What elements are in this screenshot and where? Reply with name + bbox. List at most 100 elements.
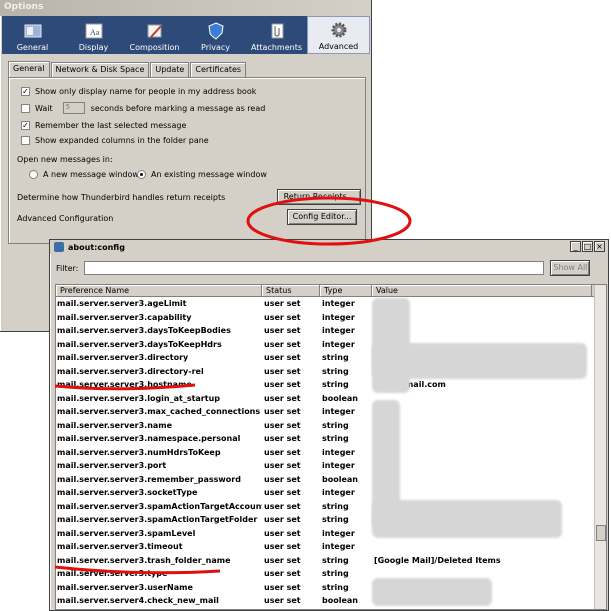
pref-name-cell: mail.server.server3.userName (57, 582, 193, 592)
filter-input[interactable] (84, 261, 545, 275)
toolbar-advanced-button[interactable]: Advanced (307, 16, 370, 54)
pref-status-cell: user set (264, 447, 301, 457)
toolbar-attachments-button[interactable]: Attachments (246, 16, 307, 54)
table-row[interactable]: mail.server.server3.daysToKeepBodies user… (56, 324, 606, 338)
checkbox-label: Wait (35, 103, 53, 113)
table-header: Preference Name Status Type Value (56, 285, 606, 297)
table-row[interactable]: mail.server.server3.name user set string (56, 419, 606, 433)
table-row[interactable]: mail.server.server3.numHdrsToKeep user se… (56, 446, 606, 460)
column-type[interactable]: Type (320, 285, 372, 296)
pref-name-cell: mail.server.server3.port (57, 461, 167, 470)
pref-status-cell: user set (264, 380, 301, 389)
checkbox-checked[interactable]: ✓ (21, 121, 30, 130)
radio-label: A new message window (43, 170, 139, 179)
radio-on[interactable] (137, 170, 146, 179)
table-row[interactable]: mail.server.server3.timeout user set integ… (56, 540, 606, 554)
pref-status-cell: user set (264, 420, 301, 430)
table-row[interactable]: mail.server.server3.type user set string (56, 567, 606, 581)
pref-type-cell: string (322, 434, 349, 443)
checkbox-unchecked[interactable] (21, 103, 30, 113)
table-row[interactable]: mail.server.server3.capability user set in… (56, 311, 606, 325)
toolbar-label: General (16, 43, 49, 52)
table-row[interactable]: mail.server.server3.socketType user set in… (56, 486, 606, 500)
close-icon[interactable]: × (594, 241, 605, 252)
table-row[interactable]: mail.server.server3.port user set integer (56, 459, 606, 473)
table-row[interactable]: mail.server.server3.max_cached_connectio… (56, 405, 606, 419)
pref-status-cell: user set (264, 366, 301, 376)
pref-type-cell: integer (322, 407, 355, 416)
pref-type-cell: string (322, 366, 349, 376)
pref-status-cell: user set (264, 434, 301, 443)
tab-network-disk-space[interactable]: Network & Disk Space (50, 62, 150, 77)
toolbar-display-button[interactable]: Aa Display (63, 16, 124, 54)
filter-label: Filter: (56, 263, 79, 273)
display-icon: Aa (84, 21, 104, 41)
table-row[interactable]: mail.server.server3.namespace.personal us… (56, 432, 606, 446)
toolbar-composition-button[interactable]: Composition (124, 16, 185, 54)
pref-name-cell: mail.server.server3.type (57, 569, 168, 578)
config-title-bar[interactable]: about:config (50, 240, 608, 254)
options-title-bar[interactable]: Options (0, 0, 371, 16)
column-status[interactable]: Status (262, 285, 320, 296)
wait-checkbox[interactable]: Wait 5 seconds before marking a message … (21, 102, 265, 114)
config-editor-button[interactable]: Config Editor... (287, 209, 357, 225)
pref-type-cell: string (322, 420, 349, 430)
pref-type-cell: boolean (322, 393, 358, 403)
vertical-scrollbar[interactable] (594, 285, 606, 609)
checkbox-unchecked[interactable] (21, 136, 30, 145)
pref-name-cell: mail.server.server3.namespace.personal (57, 434, 241, 443)
general-icon (23, 21, 43, 41)
new-window-radio[interactable]: A new message window (29, 170, 139, 179)
column-value[interactable]: Value (372, 285, 592, 296)
checkbox-label: Remember the last selected message (35, 121, 187, 130)
wait-seconds-input[interactable]: 5 (62, 102, 85, 114)
table-row[interactable]: mail.server.server3.ageLimit user set inte… (56, 297, 606, 311)
pref-value-cell (372, 486, 592, 500)
pref-type-cell: string (322, 353, 349, 362)
show-display-name-checkbox[interactable]: ✓ Show only display name for people in m… (21, 87, 256, 96)
pref-status-cell: user set (264, 528, 301, 538)
table-row[interactable]: mail.server.server3.userName user set stri… (56, 581, 606, 595)
pref-value-cell (372, 392, 592, 406)
minimize-icon[interactable]: _ (570, 241, 581, 252)
table-row[interactable]: mail.server.server3.login_at_startup user… (56, 392, 606, 406)
filter-row: Filter: Show All (56, 260, 602, 276)
radio-off[interactable] (29, 170, 38, 179)
pref-name-cell: mail.server.server3.directory-rel (57, 366, 204, 376)
checkbox-label: Show only display name for people in my … (35, 87, 257, 96)
pref-name-cell: mail.server.server3.ageLimit (57, 299, 187, 308)
pref-status-cell: user set (264, 353, 301, 362)
tab-general[interactable]: General (8, 61, 50, 77)
radio-label: An existing message window (151, 170, 267, 179)
toolbar-privacy-button[interactable]: Privacy (185, 16, 246, 54)
existing-window-radio[interactable]: An existing message window (137, 170, 267, 179)
tab-certificates[interactable]: Certificates (190, 62, 247, 77)
return-receipts-button[interactable]: Return Receipts... (277, 189, 361, 205)
toolbar-label: Privacy (201, 43, 230, 52)
toolbar-general-button[interactable]: General (2, 16, 63, 54)
table-row[interactable]: mail.server.server3.hostname user set stri… (56, 378, 606, 392)
pref-name-cell: mail.server.server3.spamActionTargetAcco… (57, 501, 262, 511)
table-row[interactable]: mail.server.server3.remember_password use… (56, 473, 606, 487)
pref-status-cell: user set (264, 542, 301, 551)
checkbox-checked[interactable]: ✓ (21, 87, 30, 96)
pref-value-cell (372, 540, 592, 554)
pref-name-cell: mail.server.server3.daysToKeepHdrs (57, 339, 222, 349)
pref-status-cell: user set (264, 407, 301, 416)
expanded-columns-checkbox[interactable]: Show expanded columns in the folder pane (21, 136, 209, 145)
privacy-icon (206, 21, 226, 41)
pref-name-cell: mail.server.server3.timeout (57, 542, 183, 551)
window-title: Options (4, 2, 44, 12)
maximize-icon[interactable]: □ (582, 241, 593, 252)
pref-type-cell: integer (322, 488, 355, 497)
show-all-button[interactable]: Show All (550, 260, 591, 276)
table-row[interactable]: mail.server.server3.trash_folder_name use… (56, 554, 606, 568)
pref-value-cell (372, 473, 592, 487)
toolbar-label: Composition (129, 43, 180, 52)
table-row[interactable]: mail.server.server4.check_new_mail user s… (56, 594, 606, 608)
remember-last-checkbox[interactable]: ✓ Remember the last selected message (21, 121, 186, 130)
toolbar-label: Display (78, 43, 109, 52)
tab-update[interactable]: Update (150, 62, 190, 77)
column-preference-name[interactable]: Preference Name (56, 285, 262, 296)
scrollbar-thumb[interactable] (596, 525, 606, 541)
